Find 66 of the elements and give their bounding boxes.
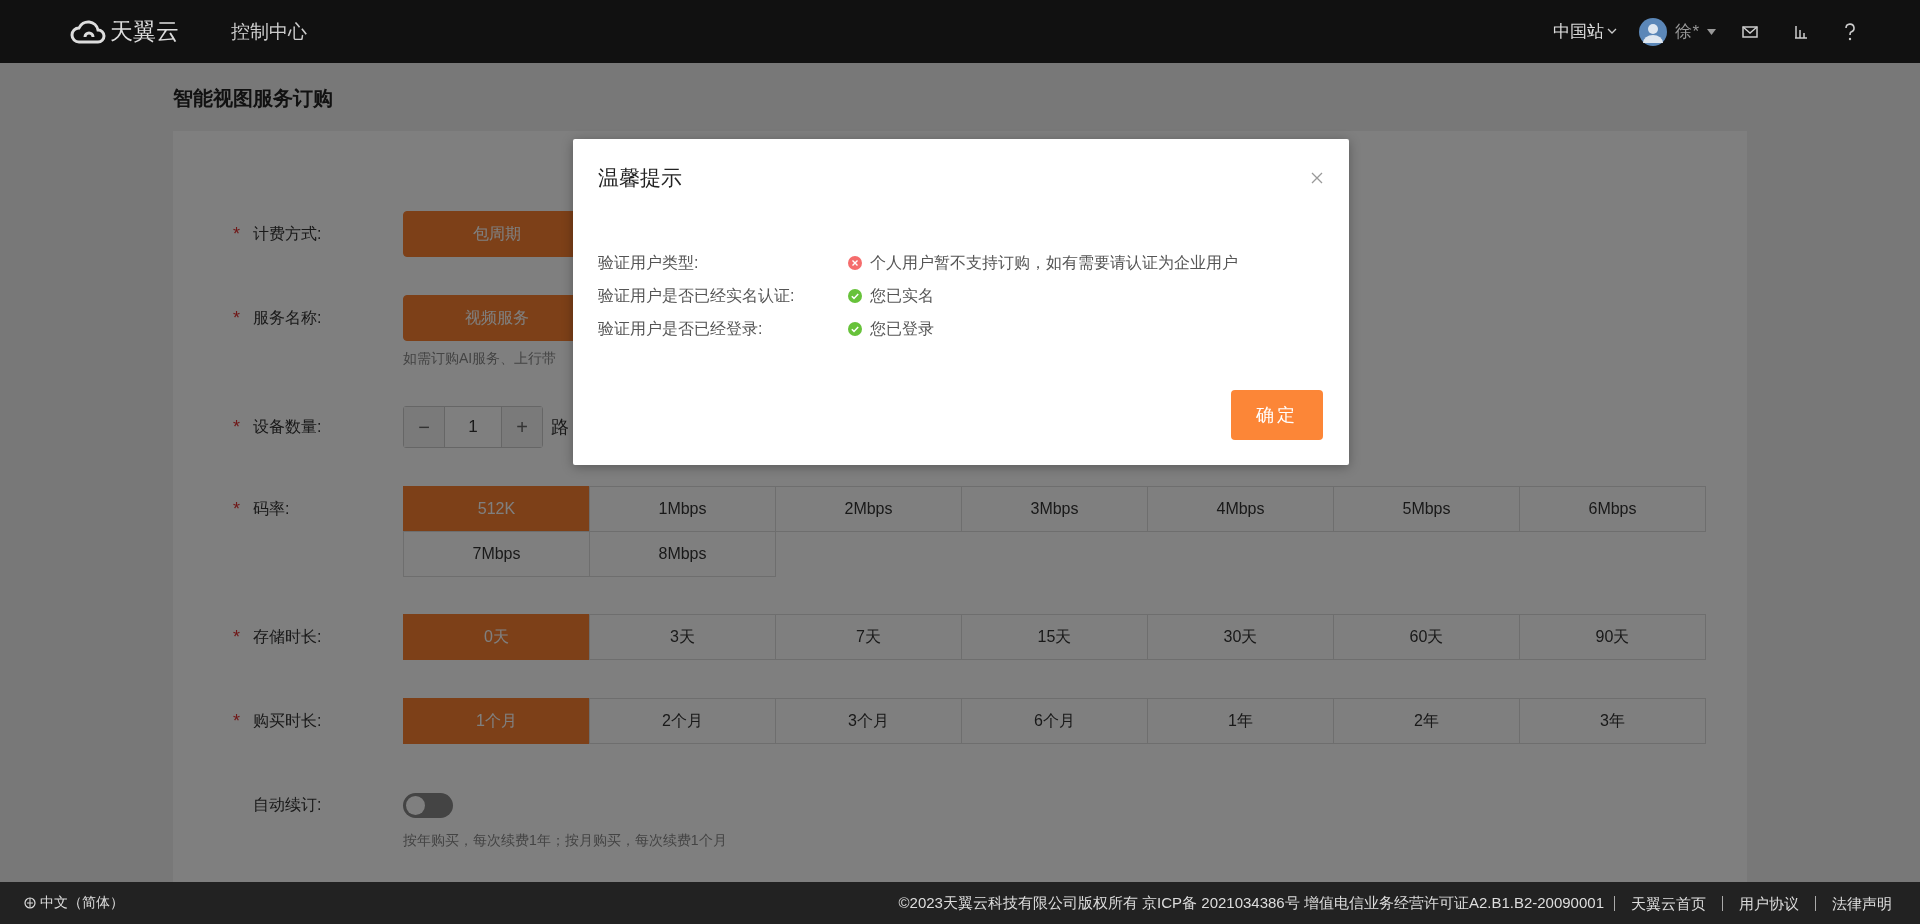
option-button[interactable]: 6Mbps xyxy=(1519,486,1706,532)
option-button[interactable]: 30天 xyxy=(1147,614,1334,660)
field-label: 计费方式: xyxy=(253,223,322,244)
required-mark: * xyxy=(233,626,241,648)
logo[interactable]: 天翼云 xyxy=(70,16,179,47)
option-button[interactable]: 1Mbps xyxy=(589,486,776,532)
confirm-button[interactable]: 确定 xyxy=(1231,390,1323,440)
field-label: 购买时长: xyxy=(253,710,322,731)
option-button[interactable]: 8Mbps xyxy=(589,531,776,577)
footer-link[interactable]: 法律声明 xyxy=(1815,895,1908,911)
avatar-icon[interactable] xyxy=(1639,17,1668,46)
help-icon[interactable] xyxy=(1844,22,1856,41)
field-label: 自动续订: xyxy=(253,794,322,815)
required-mark: * xyxy=(233,307,241,329)
bar-chart-icon[interactable] xyxy=(1794,24,1808,39)
page-title: 智能视图服务订购 xyxy=(173,86,334,111)
field-label: 存储时长: xyxy=(253,626,322,647)
field-label: 服务名称: xyxy=(253,307,322,328)
option-button[interactable]: 5Mbps xyxy=(1333,486,1520,532)
check-label: 验证用户类型: xyxy=(598,253,700,273)
option-button[interactable]: 15天 xyxy=(961,614,1148,660)
option-button[interactable]: 90天 xyxy=(1519,614,1706,660)
decrement-button[interactable]: − xyxy=(404,407,444,447)
toggle-switch[interactable] xyxy=(403,792,453,818)
close-icon[interactable] xyxy=(1311,172,1323,184)
required-mark: * xyxy=(233,223,241,245)
caret-icon xyxy=(1707,28,1716,35)
logo-text: 天翼云 xyxy=(110,17,179,46)
check-label: 验证用户是否已经登录: xyxy=(598,319,764,339)
required-mark: * xyxy=(233,416,241,438)
language-switcher[interactable]: 中文（简体） xyxy=(24,894,124,912)
option-button[interactable]: 60天 xyxy=(1333,614,1520,660)
required-mark: * xyxy=(233,498,241,520)
option-button[interactable]: 6个月 xyxy=(961,698,1148,744)
option-button[interactable]: 3年 xyxy=(1519,698,1706,744)
globe-icon xyxy=(24,897,36,909)
footer-link[interactable]: 天翼云首页 xyxy=(1614,895,1722,911)
region-dropdown[interactable]: 中国站 xyxy=(1553,20,1618,43)
dialog-title: 温馨提示 xyxy=(598,165,682,191)
check-result: 个人用户暂不支持订购，如有需要请认证为企业用户 xyxy=(870,253,1238,273)
check-label: 验证用户是否已经实名认证: xyxy=(598,286,796,306)
option-button[interactable]: 4Mbps xyxy=(1147,486,1334,532)
quantity-field[interactable]: 1 xyxy=(444,407,502,447)
cloud-icon xyxy=(70,18,106,45)
option-button[interactable]: 2年 xyxy=(1333,698,1520,744)
user-menu[interactable]: 徐* xyxy=(1675,20,1716,43)
field-label: 设备数量: xyxy=(253,416,322,437)
option-button[interactable]: 3个月 xyxy=(775,698,962,744)
mail-icon[interactable] xyxy=(1742,25,1758,38)
nav-link[interactable]: 控制中心 xyxy=(231,18,307,45)
option-button[interactable]: 2Mbps xyxy=(775,486,962,532)
option-button[interactable]: 7Mbps xyxy=(403,531,590,577)
option-button[interactable]: 3Mbps xyxy=(961,486,1148,532)
check-result: 您已登录 xyxy=(870,319,934,339)
footer-link[interactable]: 用户协议 xyxy=(1722,895,1815,911)
increment-button[interactable]: + xyxy=(502,407,542,447)
chevron-down-icon xyxy=(1607,28,1618,35)
copyright-text: ©2023天翼云科技有限公司版权所有 京ICP备 2021034386号 增值电信业务经营许可证A2.B1.B2-20090001 xyxy=(898,893,1605,913)
required-mark: * xyxy=(233,710,241,732)
option-button[interactable]: 7天 xyxy=(775,614,962,660)
check-result: 您已实名 xyxy=(870,286,934,306)
option-button[interactable]: 1年 xyxy=(1147,698,1334,744)
unit-label: 路 xyxy=(551,416,569,439)
field-label: 码率: xyxy=(253,498,290,519)
option-button[interactable]: 2个月 xyxy=(589,698,776,744)
option-button[interactable]: 3天 xyxy=(589,614,776,660)
